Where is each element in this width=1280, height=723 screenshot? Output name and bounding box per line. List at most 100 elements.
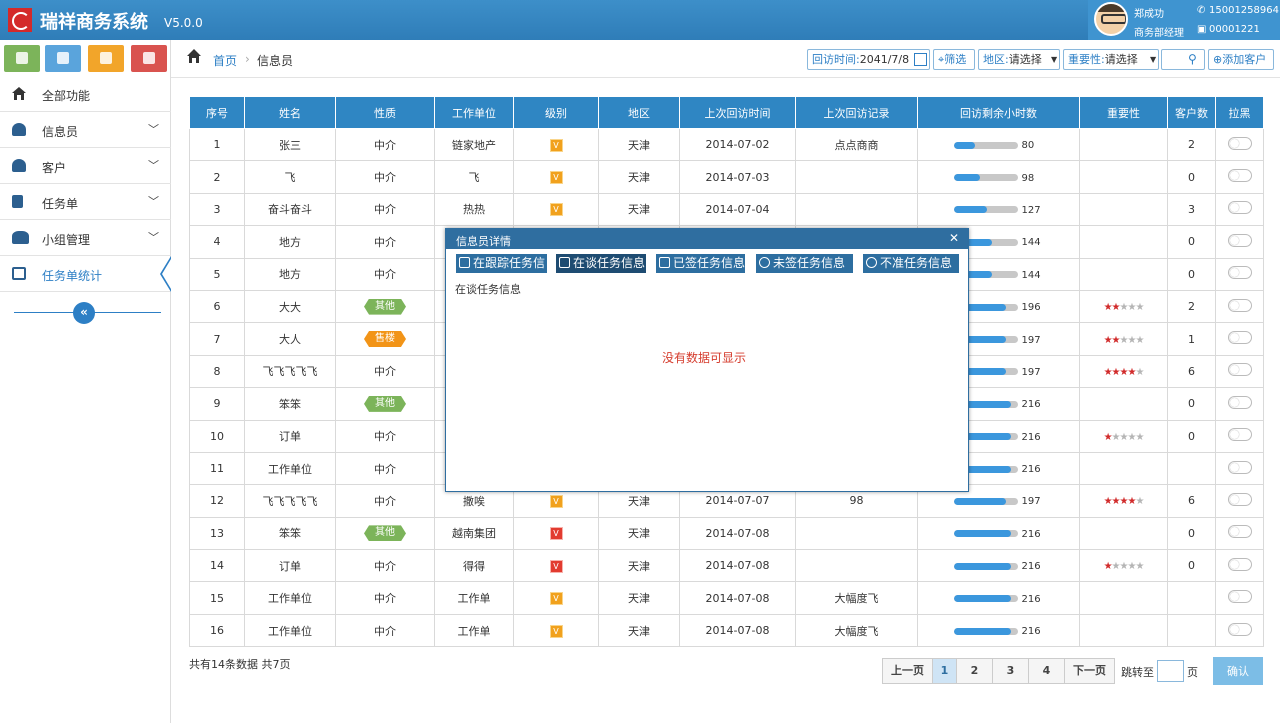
add-customer-button[interactable]: ⊕添加客户 (1208, 49, 1274, 70)
page-button[interactable]: 3 (993, 659, 1029, 683)
importance-stars: ★★★★★ (1103, 302, 1145, 314)
table-cell (1215, 549, 1264, 583)
table-cell: 6 (189, 289, 245, 324)
table-cell: 天津 (598, 516, 680, 551)
region-select-label: 地区: (983, 53, 1009, 66)
column-header[interactable]: 工作单位 (434, 96, 514, 129)
blacklist-toggle[interactable] (1227, 331, 1252, 345)
level-icon: V (549, 171, 563, 185)
quick-user-button[interactable] (45, 45, 81, 72)
table-row[interactable]: 15 工作单位 中介 工作单 V 天津 2014-07-08 大幅度飞 216 (189, 581, 1264, 615)
table-cell: ★★★★★ (1079, 289, 1168, 324)
column-header[interactable]: 回访剩余小时数 (917, 96, 1080, 129)
table-cell: 飞 (434, 160, 514, 194)
table-cell: 中介 (335, 613, 435, 648)
tab-tracking[interactable]: 在跟踪任务信 (456, 254, 547, 273)
search-input[interactable]: ⚲ (1161, 49, 1205, 70)
table-cell: 中介 (335, 549, 435, 583)
jump-page-input[interactable] (1157, 660, 1184, 682)
blacklist-toggle[interactable] (1227, 363, 1252, 377)
table-cell: 大幅度飞 (795, 581, 918, 615)
column-header[interactable]: 姓名 (244, 96, 336, 129)
sidebar-item-informants[interactable]: 信息员 ﹀ (0, 112, 171, 148)
tab-invalid[interactable]: 不准任务信息 (863, 254, 959, 273)
collapse-sidebar-button[interactable]: « (73, 302, 95, 324)
tab-unsigned[interactable]: 未签任务信息 (756, 254, 853, 273)
blacklist-toggle[interactable] (1227, 266, 1252, 280)
person-icon (12, 159, 26, 172)
table-cell: V (513, 192, 599, 227)
column-header[interactable]: 拉黑 (1215, 96, 1264, 129)
blacklist-toggle[interactable] (1227, 492, 1252, 506)
date-filter[interactable]: 回访时间:2041/7/8 (807, 49, 930, 70)
user-panel[interactable]: 郑成功 ✆ 15001258964 商务部经理 ▣ 00001221 (1088, 0, 1280, 40)
column-header[interactable]: 上次回访记录 (795, 96, 918, 129)
next-page-button[interactable]: 下一页 (1065, 659, 1114, 683)
blacklist-toggle[interactable] (1227, 298, 1252, 312)
breadcrumb-home[interactable]: 首页 (213, 52, 237, 69)
table-cell: 中介 (335, 257, 435, 291)
blacklist-toggle[interactable] (1227, 557, 1252, 571)
column-header[interactable]: 客户数 (1167, 96, 1216, 129)
importance-select[interactable]: 重要性:请选择 ▼ (1063, 49, 1159, 70)
quick-settings-button[interactable] (88, 45, 124, 72)
page-button[interactable]: 2 (957, 659, 993, 683)
pagination: 上一页 1 2 3 4 下一页 (882, 658, 1115, 684)
informant-detail-dialog: 信息员详情 ✕ 在跟踪任务信 在谈任务信息 已签任务信息 未签任务信息 不准任务… (445, 228, 969, 492)
blacklist-toggle[interactable] (1227, 169, 1252, 183)
quick-user-settings-button[interactable] (131, 45, 167, 72)
region-select[interactable]: 地区:请选择 ▼ (978, 49, 1060, 70)
prev-page-button[interactable]: 上一页 (883, 659, 933, 683)
blacklist-toggle[interactable] (1227, 201, 1252, 215)
table-row[interactable]: 13 笨笨 其他 越南集团 V 天津 2014-07-08 216 0 (189, 516, 1264, 551)
table-cell (1079, 257, 1168, 291)
table-cell: 工作单 (434, 613, 514, 648)
table-cell: 飞 (244, 160, 336, 194)
hours-value: 80 (1021, 140, 1035, 152)
blacklist-toggle[interactable] (1227, 622, 1252, 636)
sidebar-item-tasks[interactable]: 任务单 ﹀ (0, 184, 171, 220)
sidebar-item-groups[interactable]: 小组管理 ﹀ (0, 220, 171, 256)
page-button[interactable]: 1 (933, 659, 957, 683)
blacklist-toggle[interactable] (1227, 395, 1252, 409)
column-header[interactable]: 性质 (335, 96, 435, 129)
blacklist-toggle[interactable] (1227, 460, 1252, 474)
tab-negotiating[interactable]: 在谈任务信息 (556, 254, 646, 273)
search-icon[interactable]: ⚲ (1188, 50, 1197, 69)
calendar-icon[interactable] (914, 53, 927, 66)
column-header[interactable]: 重要性 (1079, 96, 1168, 129)
importance-stars: ★★★★★ (1103, 561, 1145, 573)
table-cell: 售楼 (335, 322, 435, 356)
column-header[interactable]: 地区 (598, 96, 680, 129)
table-cell: 9 (189, 387, 245, 421)
screen-button[interactable]: ⌖筛选 (933, 49, 975, 70)
blacklist-toggle[interactable] (1227, 428, 1252, 442)
tab-label: 在谈任务信息 (573, 256, 646, 270)
avatar[interactable] (1094, 2, 1128, 36)
table-row[interactable]: 16 工作单位 中介 工作单 V 天津 2014-07-08 大幅度飞 216 (189, 613, 1264, 648)
blacklist-toggle[interactable] (1227, 136, 1252, 150)
blacklist-toggle[interactable] (1227, 590, 1252, 604)
table-row[interactable]: 2 飞中介飞 V 天津 2014-07-03 98 0 (189, 160, 1264, 194)
column-header[interactable]: 级别 (513, 96, 599, 129)
home-icon[interactable] (187, 49, 201, 63)
sidebar-item-task-stats[interactable]: 任务单统计 (0, 256, 171, 292)
table-cell: 工作单 (434, 581, 514, 615)
column-header[interactable]: 序号 (189, 96, 245, 129)
sidebar-item-customers[interactable]: 客户 ﹀ (0, 148, 171, 184)
sidebar-item-all[interactable]: 全部功能 (0, 76, 171, 112)
page-button[interactable]: 4 (1029, 659, 1065, 683)
blacklist-toggle[interactable] (1227, 233, 1252, 247)
table-row[interactable]: 1 张三 中介 链家地产 V 天津 2014-07-02 点点商商 80 2 (189, 127, 1264, 162)
logo-icon (8, 8, 32, 32)
tab-signed[interactable]: 已签任务信息 (656, 254, 745, 273)
close-icon[interactable]: ✕ (949, 231, 959, 245)
table-row[interactable]: 3 奋斗奋斗 中介 热热 V 天津 2014-07-04 127 3 (189, 192, 1264, 227)
quick-list-button[interactable] (4, 45, 40, 72)
blacklist-toggle[interactable] (1227, 525, 1252, 539)
confirm-button[interactable]: 确认 (1213, 657, 1263, 685)
table-cell: 2014-07-03 (679, 160, 796, 194)
table-cell: 热热 (434, 192, 514, 227)
table-row[interactable]: 14 订单 中介 得得 V 天津 2014-07-08 216 ★★★★★ 0 (189, 549, 1264, 583)
column-header[interactable]: 上次回访时间 (679, 96, 796, 129)
